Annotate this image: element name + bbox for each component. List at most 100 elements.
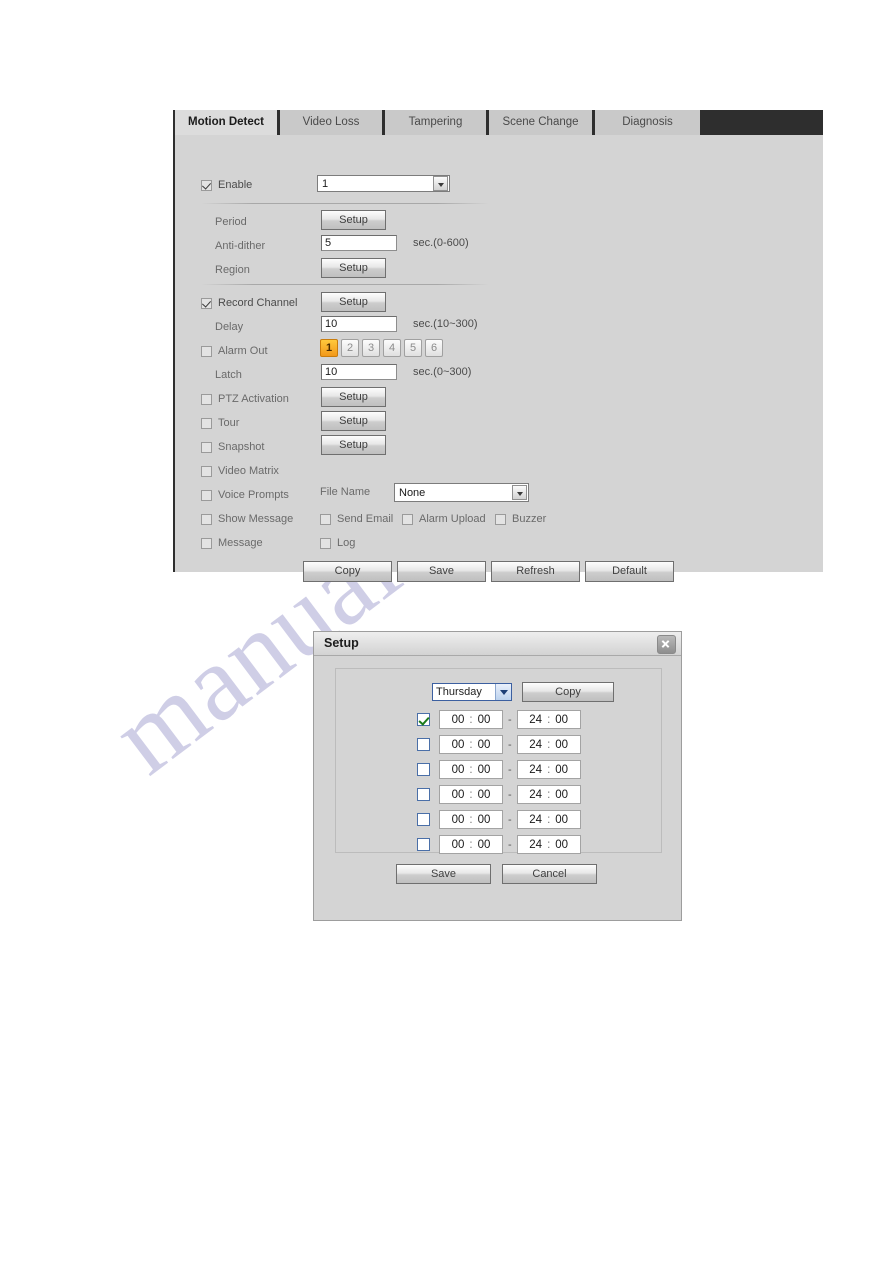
time-separator: : xyxy=(469,713,473,726)
save-button[interactable]: Save xyxy=(397,561,486,582)
period-5-end-hour: 24 xyxy=(529,813,543,826)
period-5-end[interactable]: 24 : 00 xyxy=(516,810,581,829)
alarm-out-1[interactable]: 1 xyxy=(320,339,338,357)
period-row-5: 00 : 00 - 24 : 00 xyxy=(336,809,581,830)
period-4-end[interactable]: 24 : 00 xyxy=(516,785,581,804)
alarm-out-6[interactable]: 6 xyxy=(425,339,443,357)
period-2-start[interactable]: 00 : 00 xyxy=(439,735,503,754)
section-divider xyxy=(201,203,489,204)
period-4-start-min: 00 xyxy=(477,788,491,801)
period-2-dash: - xyxy=(508,738,512,751)
tab-tampering[interactable]: Tampering xyxy=(385,110,489,135)
period-5-end-min: 00 xyxy=(555,813,569,826)
alarm-out-checkbox[interactable] xyxy=(201,345,212,357)
enable-row: Enable xyxy=(201,176,252,194)
snapshot-setup-button[interactable]: Setup xyxy=(321,435,386,455)
period-6-end-min: 00 xyxy=(555,838,569,851)
voice-prompts-checkbox[interactable] xyxy=(201,489,212,501)
period-1-end-hour: 24 xyxy=(529,713,543,726)
period-6-checkbox[interactable] xyxy=(417,838,430,851)
anti-dither-input[interactable]: 5 xyxy=(321,235,397,251)
tab-scene-change[interactable]: Scene Change xyxy=(489,110,595,135)
show-message-checkbox[interactable] xyxy=(201,513,212,525)
period-4-start[interactable]: 00 : 00 xyxy=(439,785,503,804)
period-4-start-hour: 00 xyxy=(451,788,465,801)
alarm-out-3[interactable]: 3 xyxy=(362,339,380,357)
tab-motion-detect[interactable]: Motion Detect xyxy=(175,110,280,135)
log-checkbox[interactable] xyxy=(320,537,331,549)
delay-row: Delay xyxy=(215,318,243,336)
snapshot-checkbox[interactable] xyxy=(201,441,212,453)
buzzer-label: Buzzer xyxy=(512,513,547,525)
ptz-activation-checkbox[interactable] xyxy=(201,393,212,405)
latch-input[interactable]: 10 xyxy=(321,364,397,380)
alarm-out-group: 1 2 3 4 5 6 xyxy=(320,339,446,357)
video-matrix-checkbox[interactable] xyxy=(201,465,212,477)
period-6-start[interactable]: 00 : 00 xyxy=(439,835,503,854)
dialog-copy-button[interactable]: Copy xyxy=(522,682,614,702)
message-label: Message xyxy=(218,537,263,549)
period-2-start-hour: 00 xyxy=(451,738,465,751)
period-3-end-hour: 24 xyxy=(529,763,543,776)
period-6-start-hour: 00 xyxy=(451,838,465,851)
alarm-upload-checkbox[interactable] xyxy=(402,513,413,525)
section-divider-2 xyxy=(201,284,489,285)
record-channel-row: Record Channel xyxy=(201,294,298,312)
period-5-start[interactable]: 00 : 00 xyxy=(439,810,503,829)
show-message-row: Show Message xyxy=(201,510,293,528)
period-1-end[interactable]: 24 : 00 xyxy=(516,710,581,729)
period-4-checkbox[interactable] xyxy=(417,788,430,801)
day-select-value: Thursday xyxy=(436,686,482,698)
period-2-end[interactable]: 24 : 00 xyxy=(516,735,581,754)
ptz-activation-setup-button[interactable]: Setup xyxy=(321,387,386,407)
tour-checkbox[interactable] xyxy=(201,417,212,429)
period-1-start[interactable]: 00 : 00 xyxy=(439,710,503,729)
region-setup-button[interactable]: Setup xyxy=(321,258,386,278)
tab-video-loss[interactable]: Video Loss xyxy=(280,110,385,135)
message-checkbox[interactable] xyxy=(201,537,212,549)
period-3-end[interactable]: 24 : 00 xyxy=(516,760,581,779)
tab-diagnosis[interactable]: Diagnosis xyxy=(595,110,700,135)
alarm-out-2[interactable]: 2 xyxy=(341,339,359,357)
close-icon[interactable] xyxy=(657,635,676,654)
delay-input[interactable]: 10 xyxy=(321,316,397,332)
period-3-start[interactable]: 00 : 00 xyxy=(439,760,503,779)
dialog-save-button[interactable]: Save xyxy=(396,864,491,884)
alarm-out-4[interactable]: 4 xyxy=(383,339,401,357)
buzzer-checkbox[interactable] xyxy=(495,513,506,525)
alarm-out-row: Alarm Out xyxy=(201,342,268,360)
period-2-checkbox[interactable] xyxy=(417,738,430,751)
setup-dialog: Setup Thursday Copy 00 : 00 - 24 : 00 00… xyxy=(313,631,682,921)
period-row-6: 00 : 00 - 24 : 00 xyxy=(336,834,581,855)
period-1-checkbox[interactable] xyxy=(417,713,430,726)
record-channel-checkbox[interactable] xyxy=(201,297,212,309)
copy-button[interactable]: Copy xyxy=(303,561,392,582)
period-setup-button[interactable]: Setup xyxy=(321,210,386,230)
motion-detect-panel: Motion Detect Video Loss Tampering Scene… xyxy=(173,110,823,582)
period-2-start-min: 00 xyxy=(477,738,491,751)
channel-select[interactable]: 1 xyxy=(317,175,450,192)
tour-setup-button[interactable]: Setup xyxy=(321,411,386,431)
dialog-title: Setup xyxy=(324,636,359,650)
period-5-checkbox[interactable] xyxy=(417,813,430,826)
refresh-button[interactable]: Refresh xyxy=(491,561,580,582)
record-channel-setup-button[interactable]: Setup xyxy=(321,292,386,312)
file-name-select[interactable]: None xyxy=(394,483,529,502)
period-1-dash: - xyxy=(508,713,512,726)
period-3-checkbox[interactable] xyxy=(417,763,430,776)
region-label: Region xyxy=(215,264,250,276)
period-6-end[interactable]: 24 : 00 xyxy=(516,835,581,854)
dialog-cancel-button[interactable]: Cancel xyxy=(502,864,597,884)
time-separator: : xyxy=(547,713,551,726)
alarm-out-5[interactable]: 5 xyxy=(404,339,422,357)
schedule-area: Thursday Copy 00 : 00 - 24 : 00 00 : 00 … xyxy=(335,668,662,855)
day-select[interactable]: Thursday xyxy=(432,683,512,701)
default-button[interactable]: Default xyxy=(585,561,674,582)
buzzer-group: Buzzer xyxy=(495,510,546,528)
period-4-end-min: 00 xyxy=(555,788,569,801)
send-email-checkbox[interactable] xyxy=(320,513,331,525)
anti-dither-label: Anti-dither xyxy=(215,240,266,252)
period-row-3: 00 : 00 - 24 : 00 xyxy=(336,759,581,780)
enable-checkbox[interactable] xyxy=(201,179,212,191)
time-separator: : xyxy=(547,838,551,851)
